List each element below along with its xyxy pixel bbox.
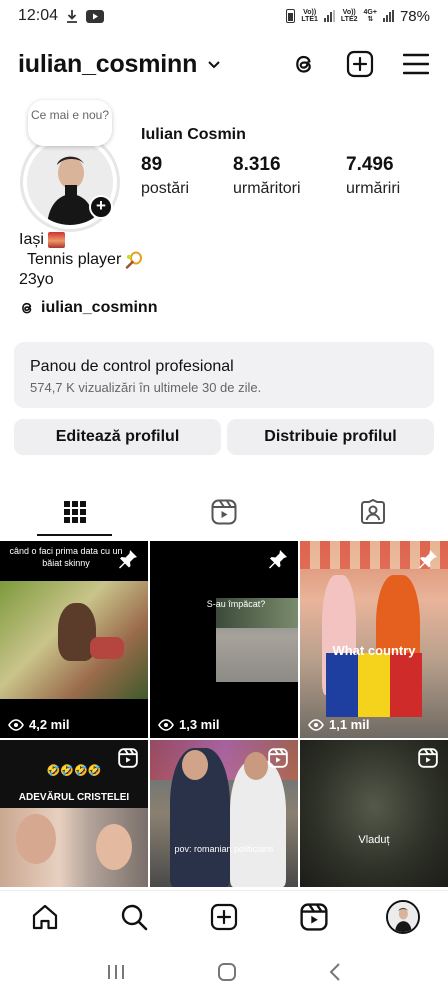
profile-avatar xyxy=(386,899,421,934)
following-stat[interactable]: 7.496 urmăriri xyxy=(346,154,400,198)
add-post-icon[interactable] xyxy=(346,50,374,78)
pro-panel-title: Panou de control profesional xyxy=(30,358,234,375)
tab-posts[interactable] xyxy=(0,488,149,536)
signal-icon xyxy=(382,10,394,22)
threads-handle: iulian_cosminn xyxy=(41,299,158,316)
add-story-button[interactable]: + xyxy=(89,195,113,219)
eye-icon xyxy=(308,718,324,731)
sim2-label: Vo)) LTE2 xyxy=(340,9,358,23)
reel-icon xyxy=(418,748,438,768)
post-views: 1,1 mil xyxy=(308,717,369,732)
tab-reels[interactable] xyxy=(149,488,298,536)
bio-tennis: Tennis player xyxy=(27,251,122,268)
back-icon[interactable] xyxy=(328,962,342,982)
eye-icon xyxy=(8,718,24,731)
post-caption: What country xyxy=(332,643,416,658)
nav-create[interactable] xyxy=(179,903,269,931)
grid-post[interactable]: S-au împăcat? 1,3 mil xyxy=(150,541,298,738)
full-name: Iulian Cosmin xyxy=(141,126,246,143)
home-icon xyxy=(32,904,57,929)
youtube-icon xyxy=(86,9,105,23)
pin-icon xyxy=(419,550,437,569)
recent-apps-icon[interactable] xyxy=(106,963,126,981)
content-tabs xyxy=(0,488,448,536)
sim1-label: Vo)) LTE1 xyxy=(301,9,318,23)
pin-icon xyxy=(269,550,287,569)
professional-dashboard[interactable]: Panou de control profesional 574,7 K viz… xyxy=(14,342,434,408)
reel-icon xyxy=(268,748,288,768)
nav-home[interactable] xyxy=(0,903,90,931)
pro-panel-subtitle: 574,7 K vizualizări în ultimele 30 de zi… xyxy=(30,380,262,395)
nav-profile[interactable] xyxy=(358,899,448,934)
reels-icon xyxy=(300,902,328,931)
city-emoji-icon xyxy=(47,232,65,248)
reel-icon xyxy=(118,748,138,768)
create-icon xyxy=(210,903,238,930)
post-views: 1,3 mil xyxy=(158,717,219,732)
threads-profile-link[interactable]: iulian_cosminn xyxy=(19,299,157,317)
tab-tagged[interactable] xyxy=(299,488,448,536)
bottom-navigation xyxy=(0,890,448,942)
bio-age: 23yo xyxy=(19,271,54,288)
reels-tab-icon xyxy=(211,499,237,525)
nav-search[interactable] xyxy=(90,903,180,931)
tennis-racket-icon xyxy=(126,251,143,269)
search-icon xyxy=(122,904,148,930)
menu-icon[interactable] xyxy=(402,50,430,78)
battery-saver-icon xyxy=(286,9,296,23)
tagged-icon xyxy=(361,499,386,524)
pin-icon xyxy=(119,550,137,569)
grid-post[interactable]: pov: romanian politicians xyxy=(150,740,298,887)
post-caption: când o faci prima data cu un băiat skinn… xyxy=(9,546,123,568)
signal-icon xyxy=(323,10,335,22)
download-icon xyxy=(67,10,78,23)
share-profile-button[interactable]: Distribuie profilul xyxy=(227,419,434,455)
grid-post[interactable]: Vladuț xyxy=(300,740,448,887)
threads-icon[interactable] xyxy=(290,50,318,78)
username-title[interactable]: iulian_cosminn xyxy=(18,50,197,79)
note-bubble[interactable]: Ce mai e nou? xyxy=(28,100,112,146)
edit-profile-button[interactable]: Editează profilul xyxy=(14,419,221,455)
battery-level: 78% xyxy=(399,7,430,25)
post-caption: S-au împăcat? xyxy=(206,599,266,609)
bio: Iași Tennis player 23yo xyxy=(19,230,143,290)
profile-header: iulian_cosminn xyxy=(18,44,430,84)
posts-stat[interactable]: 89 postări xyxy=(141,154,189,198)
eye-icon xyxy=(158,718,174,731)
posts-grid: când o faci prima data cu un băiat skinn… xyxy=(0,541,448,887)
grid-post[interactable]: când o faci prima data cu un băiat skinn… xyxy=(0,541,148,738)
post-caption: Vladuț xyxy=(358,834,390,846)
bio-location: Iași xyxy=(19,231,44,248)
clock: 12:04 xyxy=(18,7,59,24)
followers-stat[interactable]: 8.316 urmăritori xyxy=(233,154,301,198)
grid-icon xyxy=(63,501,86,523)
network-type: 4G+ ⇅ xyxy=(363,9,377,23)
post-caption: pov: romanian politicians xyxy=(174,844,274,854)
home-button-icon[interactable] xyxy=(217,962,237,982)
status-bar: 12:04 Vo)) LTE1 Vo)) LTE2 4G+ ⇅ 78% xyxy=(0,0,448,32)
chevron-down-icon[interactable] xyxy=(207,60,221,70)
system-navigation xyxy=(0,952,448,992)
post-caption: ADEVĂRUL CRISTELEI xyxy=(18,792,130,803)
threads-small-icon xyxy=(22,302,32,314)
grid-post[interactable]: 🤣🤣🤣🤣 ADEVĂRUL CRISTELEI xyxy=(0,740,148,887)
nav-reels[interactable] xyxy=(269,902,359,931)
post-views: 4,2 mil xyxy=(8,717,69,732)
grid-post[interactable]: What country 1,1 mil xyxy=(300,541,448,738)
